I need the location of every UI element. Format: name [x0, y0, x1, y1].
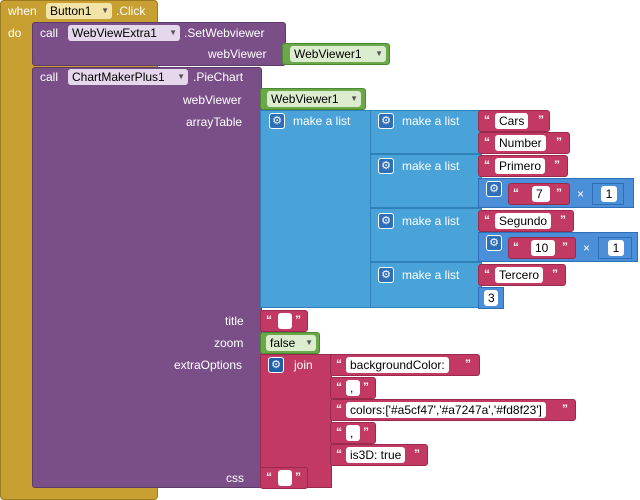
quote-close-icon: ”	[538, 113, 544, 127]
quote-open-icon: “	[336, 380, 342, 394]
mutator-gear-icon[interactable]: ⚙	[269, 113, 285, 129]
number-value-3[interactable]: 3	[484, 290, 498, 306]
title-value[interactable]	[278, 313, 292, 329]
chevron-down-icon: ▼	[101, 6, 109, 15]
when-label: when	[8, 4, 37, 18]
quote-close-icon: ”	[560, 213, 566, 227]
component-name: Button1	[50, 4, 92, 18]
multiply-right-value[interactable]: 1	[601, 186, 617, 202]
chevron-down-icon: ▼	[169, 28, 177, 37]
param-title-label: title	[225, 314, 244, 328]
param-webviewer-label: webViewer	[183, 93, 242, 107]
webviewextra-dropdown[interactable]: WebViewExtra1 ▼	[68, 25, 180, 41]
param-css-label: css	[226, 471, 244, 485]
method-name: .SetWebviewer	[184, 26, 265, 40]
make-a-list-label: make a list	[402, 159, 460, 173]
quote-open-icon: “	[336, 402, 342, 416]
make-a-list-label: make a list	[402, 114, 460, 128]
quote-open-icon: “	[266, 470, 272, 484]
call-piechart-block[interactable]	[32, 67, 262, 488]
param-webviewer-label: webViewer	[208, 47, 267, 61]
chevron-down-icon: ▼	[177, 72, 185, 81]
call-label: call	[40, 70, 59, 84]
component-dropdown[interactable]: Button1 ▼	[46, 3, 112, 19]
zoom-value: false	[270, 336, 296, 350]
quote-close-icon: ”	[556, 135, 562, 149]
make-a-list-label: make a list	[402, 268, 460, 282]
quote-open-icon: “	[266, 313, 272, 327]
make-a-list-label: make a list	[293, 114, 351, 128]
quote-close-icon: ”	[363, 380, 369, 394]
quote-close-icon: ”	[465, 357, 471, 371]
chevron-down-icon: ▼	[350, 94, 358, 103]
param-extraoptions-label: extraOptions	[174, 358, 243, 372]
quote-close-icon: ”	[414, 447, 420, 461]
text-value-segundo[interactable]: Segundo	[495, 213, 552, 229]
join-item-3-value[interactable]: colors:['#a5cf47','#a7247a','#fd8f23']	[346, 402, 546, 418]
text-value-primero[interactable]: Primero	[495, 158, 546, 174]
param-arraytable-label: arrayTable	[186, 115, 243, 129]
join-item-1-value[interactable]: backgroundColor:	[346, 357, 449, 373]
quote-open-icon: “	[484, 158, 490, 172]
quote-open-icon: “	[484, 213, 490, 227]
mutator-gear-icon[interactable]: ⚙	[378, 113, 394, 129]
quote-open-icon: “	[336, 357, 342, 371]
css-value[interactable]	[278, 470, 292, 486]
webviewer-name: WebViewer1	[294, 47, 362, 61]
quote-close-icon: ”	[295, 470, 301, 484]
quote-close-icon: ”	[295, 313, 301, 327]
quote-close-icon: ”	[562, 240, 568, 254]
text-value-tercero[interactable]: Tercero	[495, 267, 544, 283]
param-zoom-label: zoom	[214, 336, 244, 350]
multiply-left-value[interactable]: 7	[532, 186, 550, 202]
text-value-number[interactable]: Number	[495, 135, 546, 151]
mutator-gear-icon[interactable]: ⚙	[268, 357, 284, 373]
multiply-left-value[interactable]: 10	[531, 240, 555, 256]
join-item-4-value[interactable]: ,	[346, 425, 360, 441]
quote-close-icon: ”	[554, 158, 560, 172]
mutator-gear-icon[interactable]: ⚙	[486, 235, 502, 251]
join-label: join	[294, 358, 313, 372]
quote-open-icon: “	[513, 186, 519, 200]
text-value-cars[interactable]: Cars	[495, 113, 529, 129]
webviewer-name: WebViewer1	[271, 92, 339, 106]
quote-open-icon: “	[513, 240, 519, 254]
zoom-dropdown[interactable]: false ▼	[266, 335, 316, 351]
chevron-down-icon: ▼	[375, 49, 383, 58]
method-name: .PieChart	[193, 70, 244, 84]
multiply-right-value[interactable]: 1	[608, 240, 624, 256]
mutator-gear-icon[interactable]: ⚙	[378, 158, 394, 174]
quote-close-icon: ”	[562, 402, 568, 416]
make-a-list-label: make a list	[402, 214, 460, 228]
multiply-operator[interactable]: ×	[583, 240, 590, 256]
quote-close-icon: ”	[363, 425, 369, 439]
quote-open-icon: “	[336, 447, 342, 461]
call-label: call	[40, 26, 59, 40]
quote-open-icon: “	[484, 267, 490, 281]
quote-open-icon: “	[484, 135, 490, 149]
event-name: .Click	[116, 4, 146, 18]
quote-open-icon: “	[336, 425, 342, 439]
webviewer-dropdown[interactable]: WebViewer1 ▼	[290, 46, 386, 62]
mutator-gear-icon[interactable]: ⚙	[378, 267, 394, 283]
webviewer-dropdown[interactable]: WebViewer1 ▼	[267, 91, 361, 107]
chartmaker-dropdown[interactable]: ChartMakerPlus1 ▼	[68, 69, 188, 85]
mutator-gear-icon[interactable]: ⚙	[378, 213, 394, 229]
outer-make-a-list-block[interactable]	[260, 110, 376, 308]
mutator-gear-icon[interactable]: ⚙	[486, 181, 502, 197]
quote-open-icon: “	[484, 113, 490, 127]
quote-close-icon: ”	[556, 186, 562, 200]
join-item-5-value[interactable]: is3D: true	[346, 447, 406, 463]
quote-close-icon: ”	[552, 267, 558, 281]
join-item-2-value[interactable]: ,	[346, 380, 360, 396]
multiply-operator[interactable]: ×	[577, 186, 584, 202]
component-name: WebViewExtra1	[72, 26, 157, 40]
chevron-down-icon: ▼	[305, 338, 313, 347]
component-name: ChartMakerPlus1	[72, 70, 165, 84]
do-label: do	[8, 26, 22, 40]
